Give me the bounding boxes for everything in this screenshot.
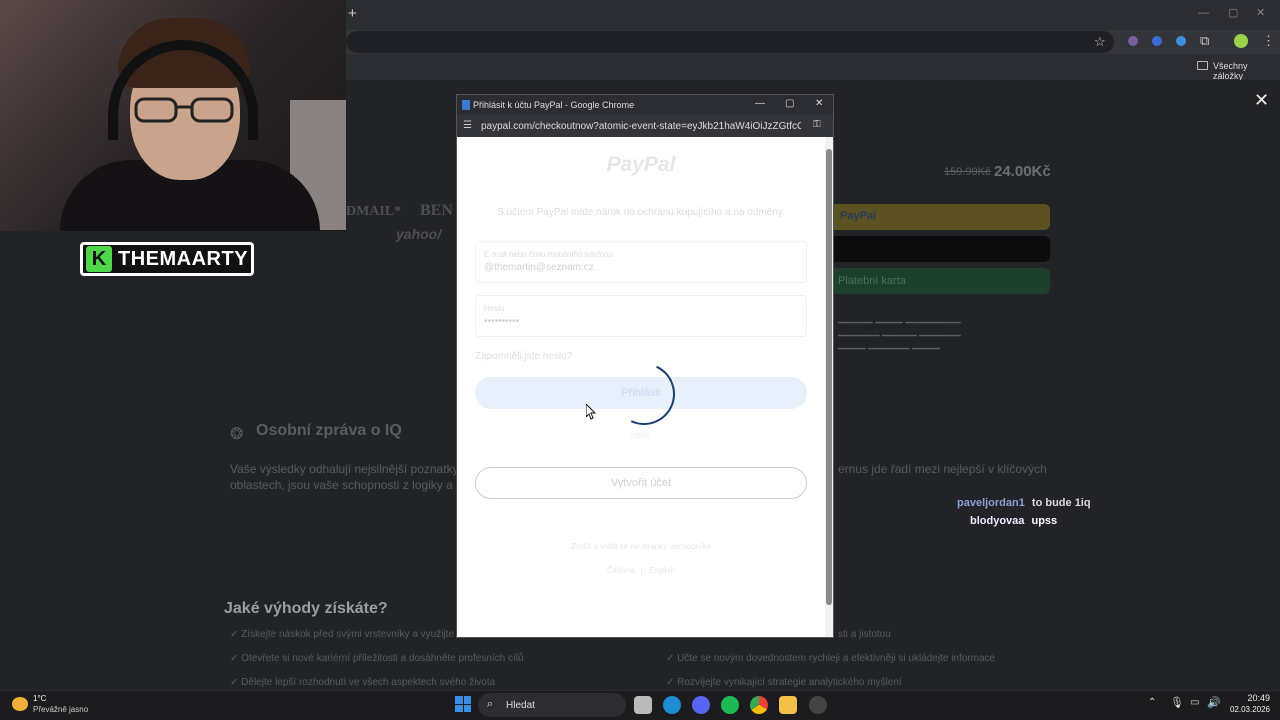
paypal-button[interactable]: PayPal [830, 204, 1050, 230]
logo-text: THEMAARTY [118, 247, 249, 270]
cancel-return-link[interactable]: Zrušit a vrátit se na stránky obchodníka [457, 542, 825, 551]
taskbar-search[interactable]: ⌕ Hledat [478, 693, 626, 717]
section-text-right: ernus jde řadí mezi nejlepší v klíčových [838, 462, 1047, 476]
search-icon: ⌕ [487, 698, 494, 710]
webcam-feed [0, 0, 346, 231]
chrome-icon[interactable] [750, 696, 768, 714]
paypal-brand: PayPal [606, 153, 676, 176]
card-button[interactable]: Platební karta [830, 268, 1050, 294]
tray-overflow-icon[interactable]: ⌃ [1148, 697, 1156, 708]
create-account-button[interactable]: Vytvořit účet [475, 467, 807, 499]
password-field[interactable]: Heslo •••••••••• [475, 295, 807, 337]
paypal-popup-window: Přihlásit k účtu PayPal - Google Chrome … [456, 94, 834, 638]
email-field[interactable]: E-mail nebo číslo mobilního telefonu @th… [475, 241, 807, 283]
benefit-item: ✓ Získejte náskok před svými vrstevníky … [230, 629, 455, 640]
weather-temp: 1°C [33, 694, 47, 703]
brain-icon: ❂ [230, 426, 244, 443]
start-button[interactable] [455, 696, 471, 712]
popup-minimize-button[interactable]: — [755, 98, 765, 109]
weather-icon [12, 697, 28, 711]
email-value: @themartin@seznam.cz [484, 262, 594, 273]
price: 24.00Kč [994, 163, 1051, 180]
benefit-item: ✓ Rozvíjejte vynikající strategie analyt… [666, 677, 902, 688]
login-subtitle: S účtem PayPal máte nárok na ochranu kup… [497, 207, 785, 218]
email-label: E-mail nebo číslo mobilního telefonu [484, 250, 613, 259]
discord-icon[interactable] [692, 696, 710, 714]
section-text: oblastech, jsou vaše schopnosti z logiky… [230, 478, 467, 492]
extension-icon[interactable] [1152, 36, 1162, 46]
paypal-login-form: PayPal S účtem PayPal máte nárok na ochr… [457, 137, 833, 637]
brand-logo: DMAIL* [346, 204, 402, 219]
streamer-logo: K THEMAARTY [80, 242, 254, 276]
popup-url-bar[interactable]: ☰ paypal.com/checkoutnow?atomic-event-st… [457, 115, 833, 137]
benefit-item: ✓ Otevřete si nové kariérní příležitosti… [230, 653, 524, 664]
forgot-password-link[interactable]: Zapomněli jste heslo? [475, 351, 572, 362]
profile-avatar[interactable] [1234, 34, 1248, 48]
section-text: Vaše výsledky odhalují nejsilnější pozna… [230, 462, 459, 476]
chat-username: blodyovaa [970, 515, 1025, 527]
paypal-favicon-icon [462, 100, 470, 110]
spotify-icon[interactable] [721, 696, 739, 714]
or-divider: nebo [630, 430, 652, 440]
close-window-button[interactable]: ✕ [1256, 6, 1265, 19]
gpay-button[interactable] [830, 236, 1050, 262]
popup-titlebar: Přihlásit k účtu PayPal - Google Chrome … [457, 95, 833, 115]
network-icon[interactable]: ▭ [1190, 697, 1199, 708]
benefit-item: sti a jistotou [838, 629, 891, 640]
extension-icon[interactable] [1128, 36, 1138, 46]
chat-username: paveljordan1 [957, 497, 1025, 509]
logo-k-icon: K [86, 246, 112, 272]
brand-logo: yahoo/ [396, 226, 442, 242]
extension-icon[interactable] [1176, 36, 1186, 46]
section-title: Osobní zpráva o IQ [256, 422, 402, 439]
benefit-item: ✓ Dělejte lepší rozhodnutí ve všech aspe… [230, 677, 496, 688]
language-links: Čeština | English [607, 566, 675, 575]
popup-url[interactable]: paypal.com/checkoutnow?atomic-event-stat… [481, 121, 801, 132]
brand-logo: BEN [420, 202, 453, 219]
app-icon[interactable] [809, 696, 827, 714]
benefits-title: Jaké výhody získáte? [224, 600, 388, 617]
more-menu-icon[interactable]: ⋮ [1262, 33, 1275, 49]
extensions-puzzle-icon[interactable]: ⧉ [1200, 33, 1209, 49]
task-view-icon[interactable] [634, 696, 652, 714]
close-overlay-icon[interactable]: ✕ [1254, 90, 1269, 111]
payment-info-text: ▁▁▁▁▁ ▁▁▁▁ ▁▁▁▁▁▁▁▁ ▁▁▁▁▁▁ ▁▁▁▁▁ ▁▁▁▁▁▁ ▁▁… [838, 313, 961, 349]
bookmark-star-icon[interactable]: ☆ [1094, 34, 1106, 50]
language-link[interactable]: Čeština [607, 566, 634, 575]
search-placeholder: Hledat [506, 699, 535, 711]
address-bar[interactable] [346, 31, 1114, 53]
clock-time[interactable]: 20:49 [1230, 693, 1270, 703]
password-value: •••••••••• [484, 316, 520, 327]
loading-spinner-icon [604, 354, 684, 434]
bookmarks-folder[interactable]: Všechny záložky [1213, 61, 1280, 81]
benefit-item: ✓ Učte se novým dovednostem rychleji a e… [666, 653, 996, 664]
volume-icon[interactable]: 🔊 [1207, 696, 1221, 709]
weather-desc: Převážně jasno [33, 705, 89, 714]
chat-message: paveljordan1 to bude 1iq [957, 497, 1091, 509]
password-key-icon[interactable]: ⚿ [813, 119, 821, 130]
language-link[interactable]: English [649, 566, 675, 575]
microphone-icon[interactable]: 🎙 [1170, 696, 1184, 709]
popup-maximize-button[interactable]: ▢ [785, 98, 794, 109]
minimize-window-button[interactable]: — [1198, 7, 1209, 19]
folder-icon [1197, 61, 1208, 70]
chat-text: upss [1031, 515, 1058, 527]
file-explorer-icon[interactable] [779, 696, 797, 714]
glasses-icon [134, 97, 234, 123]
site-settings-icon[interactable]: ☰ [463, 120, 472, 131]
chat-text: to bude 1iq [1031, 497, 1091, 509]
maximize-window-button[interactable]: ▢ [1228, 6, 1238, 19]
password-label: Heslo [484, 304, 505, 313]
popup-title: Přihlásit k účtu PayPal - Google Chrome [473, 100, 635, 110]
old-price: 159.99Kč [944, 166, 991, 178]
mouse-cursor-icon [586, 404, 596, 420]
new-tab-button[interactable]: + [348, 5, 357, 22]
popup-scrollbar-thumb[interactable] [826, 149, 832, 605]
clock-date[interactable]: 02.03.2026 [1222, 705, 1270, 714]
edge-icon[interactable] [663, 696, 681, 714]
popup-close-button[interactable]: ✕ [815, 98, 823, 109]
chat-message: blodyovaa upss [970, 515, 1057, 527]
